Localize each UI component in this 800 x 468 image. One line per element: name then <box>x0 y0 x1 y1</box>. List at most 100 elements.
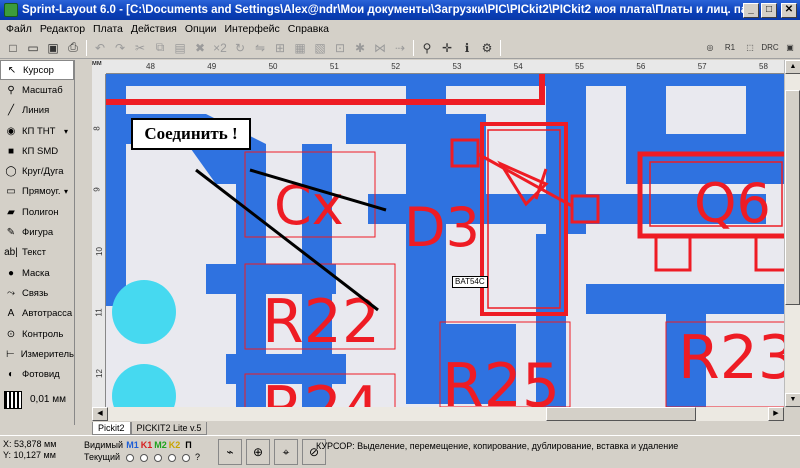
curve-tool-icon[interactable]: ⌁ <box>218 439 242 465</box>
tool-mask[interactable]: ● Маска <box>0 263 74 283</box>
layer-radio[interactable] <box>125 453 134 462</box>
tool-zoom-magnifier[interactable]: ⚲ Масштаб <box>0 80 74 100</box>
align-icon[interactable]: ⊞ <box>270 39 290 57</box>
drill-icon[interactable]: ◎ <box>700 39 720 57</box>
snap-icon[interactable]: ⊕ <box>246 439 270 465</box>
layer-toggle-0[interactable]: M1 <box>126 439 140 451</box>
layer-radio[interactable] <box>167 453 176 462</box>
layer-radio[interactable] <box>153 453 162 462</box>
layer-toggle-2[interactable]: M2 <box>154 439 168 451</box>
menu-item[interactable]: Действия <box>127 23 181 35</box>
mask-circle <box>112 280 176 344</box>
macro-icon[interactable]: ⬚ <box>740 39 760 57</box>
crosshair-icon[interactable]: ✛ <box>437 39 457 57</box>
print-icon[interactable]: ⎙ <box>63 39 83 57</box>
minimize-button[interactable]: _ <box>743 2 759 18</box>
tool-autoroute[interactable]: A Автотрасса <box>0 304 74 324</box>
copy-icon[interactable]: ⧉ <box>150 39 170 57</box>
text-icon: ab| <box>4 247 18 259</box>
redo-icon[interactable]: ↷ <box>110 39 130 57</box>
save-icon[interactable]: ▣ <box>43 39 63 57</box>
photo-icon[interactable]: ▣ <box>780 39 800 57</box>
undo-icon[interactable]: ↶ <box>90 39 110 57</box>
toolbar-separator <box>500 39 501 56</box>
layer-toggle-3[interactable]: K2 <box>168 439 182 451</box>
horizontal-scroll-thumb[interactable] <box>546 407 696 421</box>
maximize-button[interactable]: □ <box>761 2 777 18</box>
tab-pickit2[interactable]: Pickit2 <box>92 422 131 435</box>
menu-item[interactable]: Опции <box>181 23 221 35</box>
menu-item[interactable]: Редактор <box>36 23 89 35</box>
open-folder-icon[interactable]: ▭ <box>23 39 43 57</box>
mask-icon[interactable]: ⋈ <box>370 39 390 57</box>
tht-pad-icon: ◉ <box>6 125 16 137</box>
duplicate-icon[interactable]: ×2 <box>210 39 230 57</box>
tool-label: Курсор <box>23 64 54 76</box>
status-message: КУРСОР: Выделение, перемещение, копирова… <box>316 441 679 451</box>
ruler-tick-label: 57 <box>697 62 707 71</box>
tool-shape[interactable]: ✎ Фигура <box>0 222 74 242</box>
ruler-tick-label: 48 <box>146 62 155 71</box>
annotation-callout: Соединить ! <box>131 118 251 150</box>
tab-pickit2-lite[interactable]: PICKIT2 Lite v.5 <box>130 422 208 435</box>
tool-ruler[interactable]: ⊢ Измеритель <box>0 344 74 364</box>
toolbar-separator <box>86 39 87 56</box>
layer-toggle-4[interactable]: П <box>182 439 196 451</box>
menu-item[interactable]: Интерфейс <box>220 23 283 35</box>
tool-connection[interactable]: ⤳ Связь <box>0 283 74 303</box>
menu-item[interactable]: Справка <box>284 23 333 35</box>
zoom-icon[interactable]: ⚲ <box>417 39 437 57</box>
crosshair-icon[interactable]: ⌖ <box>274 439 298 465</box>
component-label-r23: R23 <box>678 323 784 393</box>
ungroup-icon[interactable]: ▧ <box>310 39 330 57</box>
component-label-d3: D3 <box>404 196 480 259</box>
tool-text[interactable]: ab| Текст <box>0 243 74 263</box>
paste-icon[interactable]: ▤ <box>170 39 190 57</box>
group-icon[interactable]: ▦ <box>290 39 310 57</box>
tool-label: Прямоуг. <box>22 186 61 198</box>
tool-smd-pad[interactable]: ■ КП SMD <box>0 141 74 161</box>
ruler-unit: мм <box>92 60 106 74</box>
scroll-right-button[interactable]: ▶ <box>768 407 784 421</box>
autoroute-icon[interactable]: ⇢ <box>390 39 410 57</box>
tool-polygon[interactable]: ▰ Полигон <box>0 202 74 222</box>
mirror-icon[interactable]: ⇋ <box>250 39 270 57</box>
autoroute-icon: A <box>7 308 15 320</box>
new-file-icon[interactable]: □ <box>3 39 23 57</box>
delete-icon[interactable]: ✖ <box>190 39 210 57</box>
horizontal-scrollbar[interactable]: ◀ ▶ <box>92 407 784 421</box>
rotate-icon[interactable]: ↻ <box>230 39 250 57</box>
tool-cursor-arrow[interactable]: ↖ Курсор <box>0 60 74 81</box>
scroll-up-button[interactable]: ▲ <box>785 60 800 74</box>
chevron-down-icon[interactable]: ▾ <box>64 187 68 196</box>
tool-rectangle[interactable]: ▭ Прямоуг. ▾ <box>0 182 74 202</box>
cut-icon[interactable]: ✂ <box>130 39 150 57</box>
chevron-down-icon[interactable]: ▾ <box>64 127 68 136</box>
tool-tht-pad[interactable]: ◉ КП ТНТ ▾ <box>0 121 74 141</box>
grid-value: 0,01 мм <box>30 394 66 406</box>
settings-gear-icon[interactable]: ⚙ <box>477 39 497 57</box>
layer-toggle-1[interactable]: K1 <box>140 439 154 451</box>
help-icon[interactable]: ? <box>195 452 200 462</box>
menu-bar: Файл Редактор Плата Действия Опции Интерфейс С… <box>0 20 800 37</box>
current-label: Текущий <box>84 452 120 462</box>
layer-radio[interactable] <box>181 453 190 462</box>
lock-icon[interactable]: ⊡ <box>330 39 350 57</box>
grid-selector[interactable]: 0,01 мм <box>0 390 74 409</box>
drc-icon[interactable]: DRC <box>760 39 780 57</box>
vertical-scroll-thumb[interactable] <box>785 90 800 305</box>
info-icon[interactable]: ℹ <box>457 39 477 57</box>
layer-radio[interactable] <box>139 453 148 462</box>
scroll-left-button[interactable]: ◀ <box>92 407 108 421</box>
vertical-scrollbar[interactable]: ▲ ▼ <box>784 60 800 407</box>
tool-line[interactable]: ╱ Линия <box>0 101 74 121</box>
r1-icon[interactable]: R1 <box>720 39 740 57</box>
properties-icon[interactable]: ✱ <box>350 39 370 57</box>
tool-photoview[interactable]: ◐ Фотовид <box>0 364 74 384</box>
close-button[interactable]: ✕ <box>781 2 797 18</box>
menu-item[interactable]: Файл <box>2 23 36 35</box>
scroll-down-button[interactable]: ▼ <box>785 393 800 407</box>
menu-item[interactable]: Плата <box>89 23 127 35</box>
tool-circle-arc[interactable]: ◯ Круг/Дуга <box>0 161 74 181</box>
tool-check[interactable]: ⊙ Контроль <box>0 324 74 344</box>
